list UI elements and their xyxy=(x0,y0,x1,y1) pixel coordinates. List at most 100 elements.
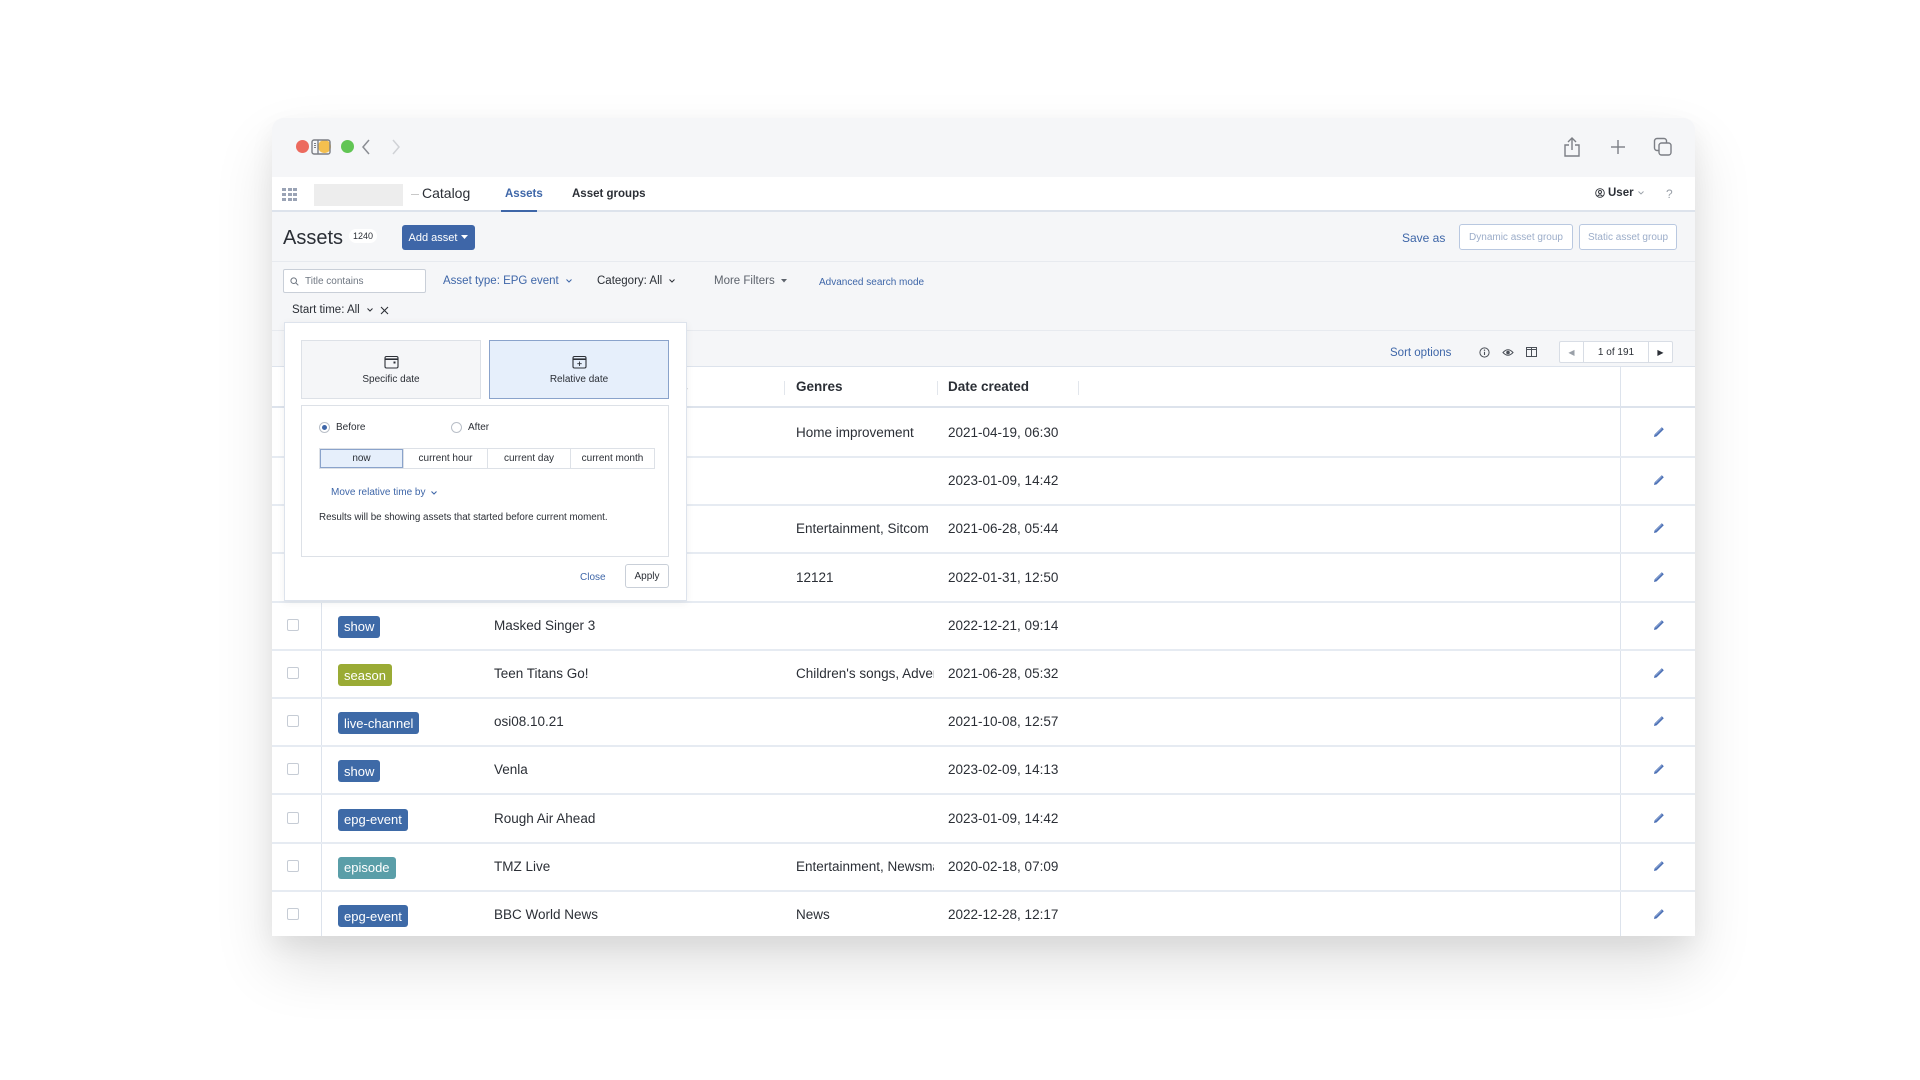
asset-type-tag: epg-event xyxy=(338,808,408,831)
asset-genres: Home improvement xyxy=(796,425,914,440)
row-checkbox[interactable] xyxy=(287,811,299,824)
edit-icon[interactable] xyxy=(1652,762,1666,776)
radio-selected-indicator xyxy=(319,422,330,433)
asset-title[interactable]: TMZ Live xyxy=(494,859,734,874)
column-resizer[interactable] xyxy=(784,381,785,395)
title-search[interactable] xyxy=(283,269,426,293)
advanced-search-link[interactable]: Advanced search mode xyxy=(819,277,924,288)
column-resizer[interactable] xyxy=(937,381,938,395)
back-icon[interactable] xyxy=(353,134,379,160)
nav-catalog[interactable]: Catalog xyxy=(422,185,470,201)
nav-tab-asset-groups[interactable]: Asset groups xyxy=(572,188,646,200)
title-bar xyxy=(272,118,1695,177)
asset-genres: News xyxy=(796,907,830,922)
save-as-label: Save as xyxy=(1402,231,1446,245)
tabs-overview-icon[interactable] xyxy=(1650,134,1676,160)
column-resizer[interactable] xyxy=(1078,381,1079,395)
more-filters-label: More Filters xyxy=(714,275,775,287)
next-page-button[interactable]: ▶ xyxy=(1648,342,1672,362)
anchor-current-day-button[interactable]: current day xyxy=(487,449,570,468)
edit-icon[interactable] xyxy=(1652,714,1666,728)
edit-icon[interactable] xyxy=(1652,859,1666,873)
edit-icon[interactable] xyxy=(1652,666,1666,680)
relative-date-option[interactable]: Relative date xyxy=(489,340,669,399)
column-header-genres[interactable]: Genres xyxy=(796,379,843,394)
caret-down-icon xyxy=(461,235,469,239)
asset-title[interactable]: BBC World News xyxy=(494,907,734,922)
nav-tab-assets[interactable]: Assets xyxy=(505,188,543,200)
asset-title[interactable]: Teen Titans Go! xyxy=(494,666,734,681)
edit-icon[interactable] xyxy=(1652,811,1666,825)
table-row[interactable]: epg-event Rough Air Ahead 2023-01-09, 14:4… xyxy=(272,796,1695,844)
asset-title[interactable]: Venla xyxy=(494,762,734,777)
static-asset-group-button[interactable]: Static asset group xyxy=(1579,224,1677,250)
row-checkbox[interactable] xyxy=(287,667,299,679)
sort-options-link[interactable]: Sort options xyxy=(1390,347,1451,359)
category-filter-label: Category: All xyxy=(597,275,663,287)
app-grid-icon[interactable] xyxy=(282,188,297,202)
caret-down-icon xyxy=(780,279,787,283)
asset-title[interactable]: Rough Air Ahead xyxy=(494,811,734,826)
row-checkbox[interactable] xyxy=(287,715,299,728)
asset-title[interactable]: osi08.10.21 xyxy=(494,714,734,729)
table-row[interactable]: show Venla 2023-02-09, 14:13 xyxy=(272,747,1695,796)
asset-type-filter[interactable]: Asset type: EPG event xyxy=(443,275,573,287)
chevron-down-icon[interactable] xyxy=(366,307,374,313)
after-radio[interactable]: After xyxy=(451,422,489,433)
close-popover-button[interactable]: Close xyxy=(580,572,606,583)
row-checkbox[interactable] xyxy=(287,859,299,872)
chevron-down-icon xyxy=(431,490,438,495)
anchor-current-month-button[interactable]: current month xyxy=(570,449,654,468)
relative-date-label: Relative date xyxy=(549,373,609,385)
forward-icon[interactable] xyxy=(383,134,409,160)
table-row[interactable]: episode TMZ Live Entertainment, Newsmagazi… xyxy=(272,844,1695,892)
asset-count-badge: 1240 xyxy=(349,229,378,243)
previous-page-button[interactable]: ◀ xyxy=(1560,342,1584,362)
table-row[interactable]: epg-event BBC World News News 2022-12-28, 1… xyxy=(272,892,1695,936)
help-icon[interactable]: ? xyxy=(1666,187,1673,201)
columns-icon[interactable] xyxy=(1524,345,1538,359)
asset-date-created: 2022-01-31, 12:50 xyxy=(948,569,1059,585)
user-icon xyxy=(1595,188,1605,198)
share-icon[interactable] xyxy=(1559,134,1585,160)
before-radio[interactable]: Before xyxy=(319,422,365,433)
table-row[interactable]: show Masked Singer 3 2022-12-21, 09:14 xyxy=(272,603,1695,651)
edit-icon[interactable] xyxy=(1652,570,1666,584)
relative-date-panel: Before After now current hour current da… xyxy=(301,405,669,557)
specific-date-label: Specific date xyxy=(362,373,420,385)
eye-icon[interactable] xyxy=(1501,345,1515,359)
category-filter[interactable]: Category: All xyxy=(597,275,676,287)
user-menu[interactable]: User xyxy=(1595,187,1645,199)
apply-button[interactable]: Apply xyxy=(625,564,669,588)
edit-icon[interactable] xyxy=(1652,425,1666,439)
info-icon[interactable] xyxy=(1477,345,1491,359)
column-header-date-created[interactable]: Date created xyxy=(948,379,1029,394)
logo-placeholder[interactable] xyxy=(314,184,403,206)
row-checkbox[interactable] xyxy=(287,618,299,631)
asset-genres: Entertainment, Sitcom xyxy=(796,521,929,537)
dynamic-asset-group-button[interactable]: Dynamic asset group xyxy=(1459,224,1573,250)
row-checkbox[interactable] xyxy=(287,763,299,776)
asset-title[interactable]: Masked Singer 3 xyxy=(494,618,734,633)
clear-filter-icon[interactable] xyxy=(380,306,389,315)
chevron-down-icon xyxy=(669,279,676,283)
anchor-current-hour-button[interactable]: current hour xyxy=(403,449,487,468)
add-asset-button[interactable]: Add asset xyxy=(402,225,475,250)
plus-icon[interactable] xyxy=(1605,134,1631,160)
start-time-filter[interactable]: Start time: All xyxy=(292,304,389,316)
more-filters-dropdown[interactable]: More Filters xyxy=(714,275,787,287)
asset-date-created: 2023-02-09, 14:13 xyxy=(948,762,1059,778)
move-relative-time-toggle[interactable]: Move relative time by xyxy=(331,487,438,498)
table-row[interactable]: live-channel osi08.10.21 2021-10-08, 12:57 xyxy=(272,699,1695,748)
page-title: Assets xyxy=(283,227,344,249)
specific-date-option[interactable]: Specific date xyxy=(301,340,481,399)
sidebar-toggle-icon[interactable] xyxy=(308,134,334,160)
edit-icon[interactable] xyxy=(1652,907,1666,921)
table-row[interactable]: season Teen Titans Go! Children's songs, A… xyxy=(272,651,1695,699)
anchor-now-button[interactable]: now xyxy=(320,449,403,468)
edit-icon[interactable] xyxy=(1652,521,1666,535)
edit-icon[interactable] xyxy=(1652,473,1666,487)
row-checkbox[interactable] xyxy=(287,908,299,920)
title-search-input[interactable] xyxy=(305,275,415,287)
edit-icon[interactable] xyxy=(1652,618,1666,632)
